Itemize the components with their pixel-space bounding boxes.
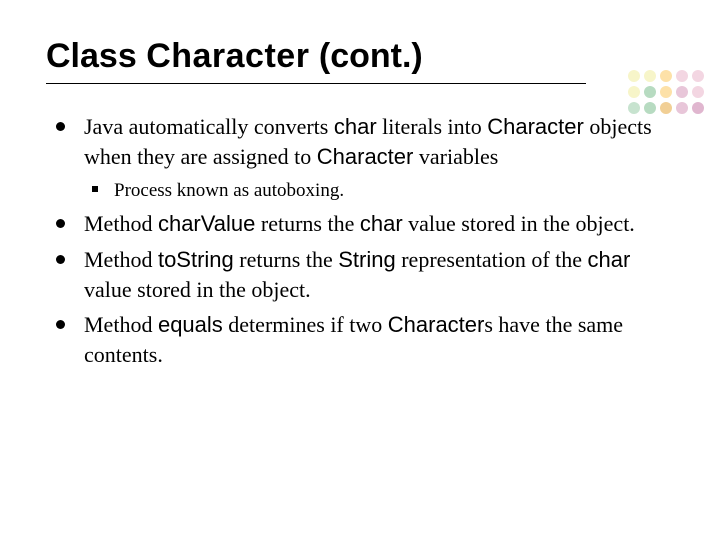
decor-dot (676, 102, 688, 114)
text: Method (84, 312, 158, 337)
list-item: Method toString returns the String repre… (50, 245, 672, 304)
code-inline: toString (158, 247, 234, 272)
text: returns the (255, 211, 359, 236)
code-inline: Character (388, 312, 485, 337)
text: returns the (234, 247, 338, 272)
text: Java automatically converts (84, 114, 334, 139)
text: Method (84, 211, 158, 236)
code-inline: char (360, 211, 403, 236)
text: value stored in the object. (403, 211, 635, 236)
title-underline (46, 83, 586, 84)
decor-dot (660, 70, 672, 82)
list-item: Java automatically converts char literal… (50, 112, 672, 203)
decor-dot (692, 102, 704, 114)
code-inline: Character (317, 144, 414, 169)
text: Method (84, 247, 158, 272)
list-item: Process known as autoboxing. (84, 178, 672, 204)
text: value stored in the object. (84, 277, 311, 302)
text: literals into (377, 114, 488, 139)
title-post: (cont.) (309, 37, 422, 75)
text: Process known as autoboxing. (114, 180, 344, 201)
decor-dot (628, 70, 640, 82)
sub-bullet-list: Process known as autoboxing. (84, 178, 672, 204)
list-item: Method charValue returns the char value … (50, 209, 672, 239)
code-inline: char (334, 114, 377, 139)
bullet-list: Java automatically converts char literal… (50, 112, 672, 369)
text: variables (413, 144, 498, 169)
code-inline: charValue (158, 211, 255, 236)
slide-title: Class Character (cont.) (46, 38, 674, 75)
text: determines if two (223, 312, 388, 337)
decor-dot (676, 86, 688, 98)
decor-dot (692, 86, 704, 98)
slide-body: Java automatically converts char literal… (46, 112, 674, 369)
decor-dot (644, 86, 656, 98)
slide: Class Character (cont.) Java automatical… (0, 0, 720, 540)
decor-dot (660, 86, 672, 98)
list-item: Method equals determines if two Characte… (50, 310, 672, 369)
decor-dot (692, 70, 704, 82)
code-inline: char (588, 247, 631, 272)
text: representation of the (396, 247, 588, 272)
decor-dot (644, 70, 656, 82)
decor-dots (628, 70, 704, 114)
decor-dot (628, 86, 640, 98)
title-code: Character (146, 37, 309, 75)
code-inline: Character (487, 114, 584, 139)
code-inline: equals (158, 312, 223, 337)
decor-dot (676, 70, 688, 82)
title-pre: Class (46, 37, 146, 75)
code-inline: String (338, 247, 395, 272)
